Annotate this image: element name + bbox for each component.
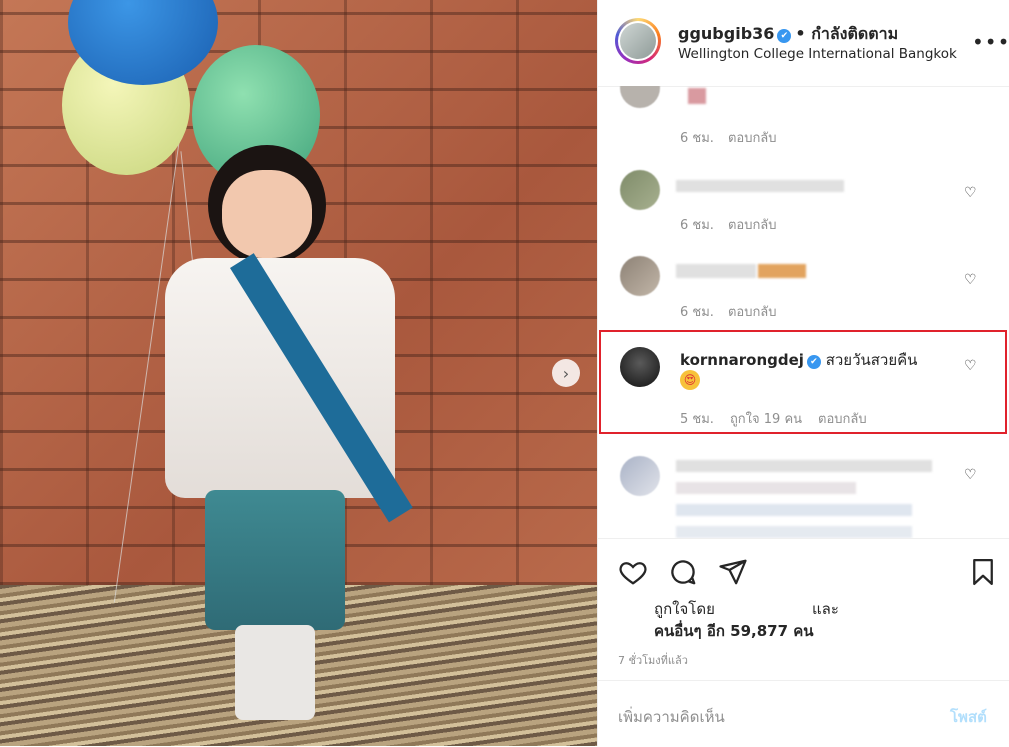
likes-count[interactable]: คนอื่นๆ อีก 59,877 คน xyxy=(654,619,814,643)
comment-meta: 6 ชม. ตอบกลับ xyxy=(680,127,791,148)
verified-icon: ✔ xyxy=(806,355,821,369)
add-comment-bar: เพิ่มความคิดเห็น โพสต์ xyxy=(598,680,1009,747)
more-options-icon[interactable]: ••• xyxy=(972,30,1009,54)
comment-time: 6 ชม. xyxy=(680,218,714,233)
child-pants xyxy=(205,490,345,630)
location-link[interactable]: Wellington College International Bangkok xyxy=(678,46,957,62)
post-photo[interactable]: › xyxy=(0,0,597,746)
comment-meta: 6 ชม. ตอบกลับ xyxy=(680,301,791,322)
post-sidebar: ggubgib36 ✔ • กำลังติดตาม Wellington Colle… xyxy=(597,0,1009,746)
bookmark-icon[interactable] xyxy=(968,557,998,587)
comment-bubble-icon[interactable] xyxy=(668,557,698,587)
following-status[interactable]: • กำลังติดตาม xyxy=(795,24,898,43)
like-heart-icon[interactable] xyxy=(618,557,648,587)
reply-button[interactable]: ตอบกลับ xyxy=(728,218,777,233)
author-line: ggubgib36 ✔ • กำลังติดตาม xyxy=(678,22,898,47)
blurred-avatar xyxy=(620,456,660,496)
verified-icon: ✔ xyxy=(777,29,792,43)
blurred-text xyxy=(676,460,932,472)
liked-by-label: ถูกใจโดย xyxy=(654,600,715,618)
blurred-text xyxy=(676,180,844,192)
author-avatar[interactable] xyxy=(615,18,661,64)
author-username[interactable]: ggubgib36 xyxy=(678,24,774,43)
blurred-text xyxy=(688,88,706,104)
blurred-avatar xyxy=(620,256,660,296)
comment-likes[interactable]: ถูกใจ 19 คน xyxy=(730,412,802,427)
blurred-text xyxy=(676,504,912,516)
highlighted-comment-text: kornnarongdej ✔ สวยวันสวยคืน xyxy=(680,348,917,372)
blurred-text xyxy=(676,482,856,494)
comment-time: 6 ชม. xyxy=(680,305,714,320)
comment-input[interactable]: เพิ่มความคิดเห็น xyxy=(618,705,725,729)
child-face xyxy=(222,170,312,258)
next-photo-button[interactable]: › xyxy=(552,359,580,387)
blurred-text xyxy=(758,264,806,278)
comment-body: สวยวันสวยคืน xyxy=(825,351,918,369)
post-header: ggubgib36 ✔ • กำลังติดตาม Wellington Colle… xyxy=(598,0,1009,87)
comment-time: 5 ชม. xyxy=(680,412,714,427)
reply-button[interactable]: ตอบกลับ xyxy=(728,131,777,146)
comment-meta: 6 ชม. ตอบกลับ xyxy=(680,214,791,235)
blurred-avatar xyxy=(620,86,660,108)
comment-meta: 5 ชม. ถูกใจ 19 คน ตอบกลับ xyxy=(680,408,883,429)
share-send-icon[interactable] xyxy=(718,557,748,587)
reply-button[interactable]: ตอบกลับ xyxy=(818,412,867,427)
post-actions: ถูกใจโดย และ คนอื่นๆ อีก 59,877 คน 7 ชั่… xyxy=(598,538,1009,667)
comment-like-icon[interactable]: ♡ xyxy=(964,468,978,482)
post-timestamp: 7 ชั่วโมงที่แล้ว xyxy=(618,654,688,667)
chevron-right-icon: › xyxy=(562,363,570,383)
child-legs xyxy=(235,625,315,720)
blurred-avatar xyxy=(620,170,660,210)
reply-button[interactable]: ตอบกลับ xyxy=(728,305,777,320)
commenter-avatar[interactable] xyxy=(620,347,660,387)
comment-like-icon[interactable]: ♡ xyxy=(964,186,978,200)
heart-eyes-emoji: 😍 xyxy=(680,370,700,390)
comments-list[interactable]: 6 ชม. ตอบกลับ ♡ 6 ชม. ตอบกลับ ♡ 6 ชม. ตอบกล… xyxy=(598,86,1009,538)
comment-like-icon[interactable]: ♡ xyxy=(964,273,978,287)
comment-like-icon[interactable]: ♡ xyxy=(964,359,978,373)
comment-time: 6 ชม. xyxy=(680,131,714,146)
post-comment-button[interactable]: โพสต์ xyxy=(950,705,987,729)
likes-and-label: และ xyxy=(812,600,839,618)
blurred-text xyxy=(676,264,756,278)
blurred-text xyxy=(676,526,912,538)
commenter-username[interactable]: kornnarongdej xyxy=(680,351,804,369)
